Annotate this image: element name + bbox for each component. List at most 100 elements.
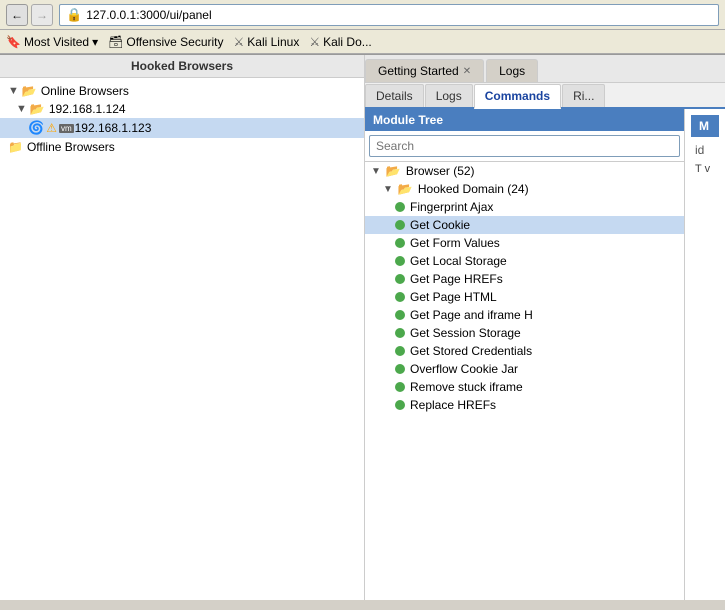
info-panel: M id T v [685,109,725,600]
forward-button[interactable]: → [31,4,53,26]
back-button[interactable]: ← [6,4,28,26]
tab-logs2[interactable]: Logs [425,84,473,107]
module-item-overflow-cookie-jar[interactable]: Overflow Cookie Jar [365,360,684,378]
tree-item-offline-browsers[interactable]: 📁 Offline Browsers [0,138,364,156]
module-item-get-page-iframe[interactable]: Get Page and iframe H [365,306,684,324]
module-item-get-session-storage[interactable]: Get Session Storage [365,324,684,342]
module-item-get-page-html[interactable]: Get Page HTML [365,288,684,306]
status-dot [395,202,405,212]
bookmark-label: Kali Linux [247,35,299,49]
bookmark-kali-linux[interactable]: ⚔ Kali Linux [234,35,300,49]
folder-open-icon: 📂 [22,84,37,98]
forward-icon: → [36,8,48,22]
collapse-arrow-icon: ▼ [383,184,393,195]
tab-getting-started[interactable]: Getting Started ✕ [365,59,484,82]
folder-open-icon: 📂 [386,164,401,178]
module-item-hooked-domain[interactable]: ▼ 📂 Hooked Domain (24) [365,180,684,198]
module-label: Fingerprint Ajax [410,200,493,214]
collapse-arrow: ▼ [8,85,19,97]
vm-icon: vm [59,124,74,133]
bookmark-label: Most Visited [24,35,89,49]
status-dot [395,238,405,248]
module-item-get-local-storage[interactable]: Get Local Storage [365,252,684,270]
tab-logs[interactable]: Logs [486,59,538,82]
tree-item-online-browsers[interactable]: ▼ 📂 Online Browsers [0,82,364,100]
bookmark-icon: ⚔ [309,35,320,49]
tree-label: 192.168.1.123 [75,121,152,135]
info-description: T v [691,159,719,179]
module-label: Overflow Cookie Jar [410,362,518,376]
address-bar[interactable]: 🔒 127.0.0.1:3000/ui/panel [59,4,719,26]
tab-close-icon[interactable]: ✕ [463,66,471,77]
bookmark-label: Kali Do... [323,35,372,49]
bookmarks-bar: 🔖 Most Visited ▾ 🗃 Offensive Security ⚔ … [0,30,725,54]
search-input[interactable] [369,135,680,157]
module-label: Remove stuck iframe [410,380,523,394]
module-label: Get Form Values [410,236,500,250]
module-list: ▼ 📂 Browser (52) ▼ 📂 Hooked Domain (24) … [365,162,684,600]
bookmark-label: Offensive Security [126,35,223,49]
module-item-get-form-values[interactable]: Get Form Values [365,234,684,252]
module-label: Get Page and iframe H [410,308,533,322]
folder-open-icon: 📂 [30,102,45,116]
bookmark-kali-doc[interactable]: ⚔ Kali Do... [309,35,371,49]
bookmark-icon: 🗃 [108,35,123,49]
module-label: Replace HREFs [410,398,496,412]
module-tree: Module Tree ▼ 📂 Browser (52) ▼ 📂 [365,109,685,600]
module-item-browser[interactable]: ▼ 📂 Browser (52) [365,162,684,180]
warning-icon: ⚠ [46,121,57,135]
status-dot [395,382,405,392]
status-dot [395,292,405,302]
bookmark-icon: ⚔ [234,35,245,49]
module-label: Get Session Storage [410,326,521,340]
tab-details[interactable]: Details [365,84,424,107]
status-dot [395,364,405,374]
browser-icon: 🌀 [28,120,44,136]
status-dot [395,220,405,230]
tabs-row1: Getting Started ✕ Logs [365,55,725,83]
tree-item-192-168-1-124[interactable]: ▼ 📂 192.168.1.124 [0,100,364,118]
status-dot [395,346,405,356]
tab-ri[interactable]: Ri... [562,84,605,107]
module-label: Get Cookie [410,218,470,232]
address-text: 127.0.0.1:3000/ui/panel [86,8,211,22]
tab-commands[interactable]: Commands [474,84,561,109]
back-icon: ← [11,8,23,22]
collapse-arrow: ▼ [16,103,27,115]
status-dot [395,328,405,338]
status-dot [395,310,405,320]
info-panel-header: M [691,115,719,137]
module-label: Get Local Storage [410,254,507,268]
left-panel: Hooked Browsers ▼ 📂 Online Browsers ▼ 📂 … [0,55,365,600]
info-id-label: id [691,141,719,159]
module-item-remove-stuck-iframe[interactable]: Remove stuck iframe [365,378,684,396]
module-item-get-page-hrefs[interactable]: Get Page HREFs [365,270,684,288]
folder-closed-icon: 📁 [8,140,23,154]
module-label: Get Page HREFs [410,272,503,286]
search-box [365,131,684,162]
collapse-arrow-icon: ▼ [371,166,381,177]
status-dot [395,256,405,266]
module-label: Browser (52) [406,164,475,178]
address-icon: 🔒 [66,7,82,23]
bookmark-offensive-security[interactable]: 🗃 Offensive Security [108,35,223,49]
module-item-get-cookie[interactable]: Get Cookie [365,216,684,234]
module-item-get-stored-credentials[interactable]: Get Stored Credentials [365,342,684,360]
module-item-fingerprint-ajax[interactable]: Fingerprint Ajax [365,198,684,216]
folder-open-icon: 📂 [398,182,413,196]
bookmark-most-visited[interactable]: 🔖 Most Visited ▾ [6,35,98,49]
left-panel-header: Hooked Browsers [0,55,364,78]
module-item-replace-hrefs[interactable]: Replace HREFs [365,396,684,414]
tab-label: Commands [485,89,550,103]
module-section: Module Tree ▼ 📂 Browser (52) ▼ 📂 [365,109,725,600]
chevron-down-icon: ▾ [92,35,98,49]
tree-label: 192.168.1.124 [49,102,126,116]
tab-label: Logs [499,64,525,78]
tree-item-192-168-1-123[interactable]: 🌀 ⚠ vm 192.168.1.123 [0,118,364,138]
tree-label: Offline Browsers [27,140,115,154]
tree-area: ▼ 📂 Online Browsers ▼ 📂 192.168.1.124 🌀 … [0,78,364,160]
module-label: Get Page HTML [410,290,497,304]
module-label: Hooked Domain (24) [418,182,529,196]
status-dot [395,400,405,410]
right-panel: Getting Started ✕ Logs Details Logs Comm… [365,55,725,600]
